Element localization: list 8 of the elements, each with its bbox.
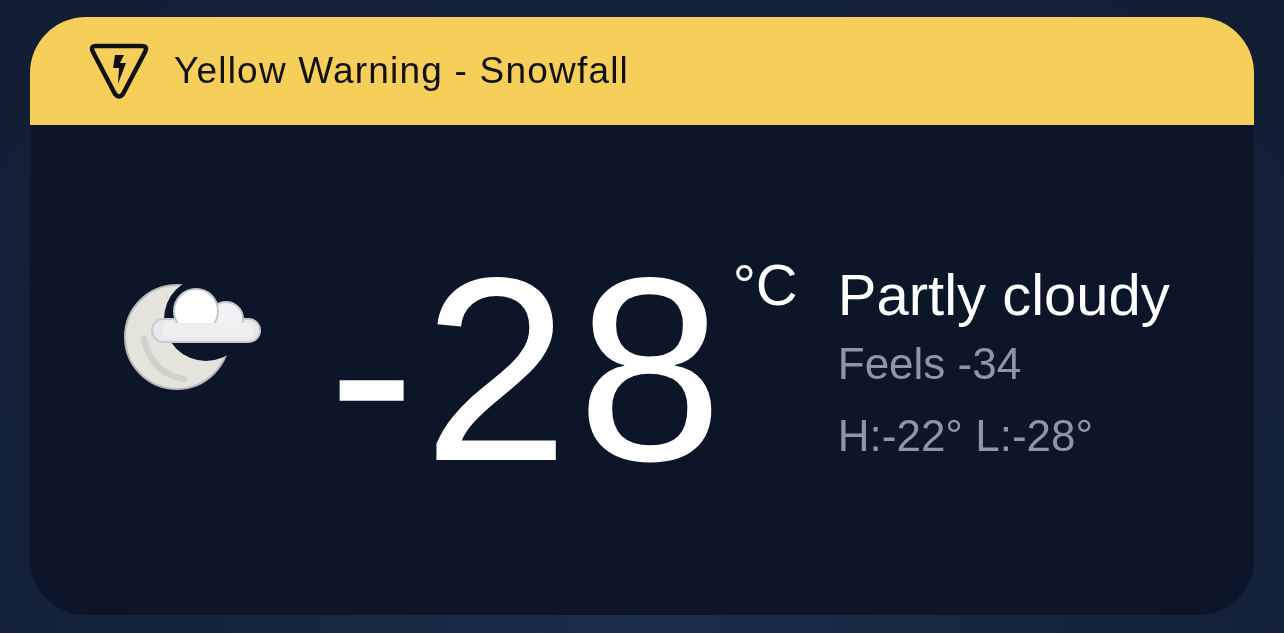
condition-text: Partly cloudy — [837, 262, 1170, 328]
high-low-text: H:-22° L:-28° — [837, 410, 1095, 462]
warning-title: Yellow Warning - Snowfall — [174, 50, 629, 92]
feels-like-text: Feels -34 — [837, 338, 1023, 390]
temperature: -28 — [328, 261, 731, 473]
warning-banner[interactable]: Yellow Warning - Snowfall — [30, 17, 1254, 125]
temperature-unit: °C — [732, 255, 798, 314]
warning-bolt-icon — [88, 42, 150, 100]
